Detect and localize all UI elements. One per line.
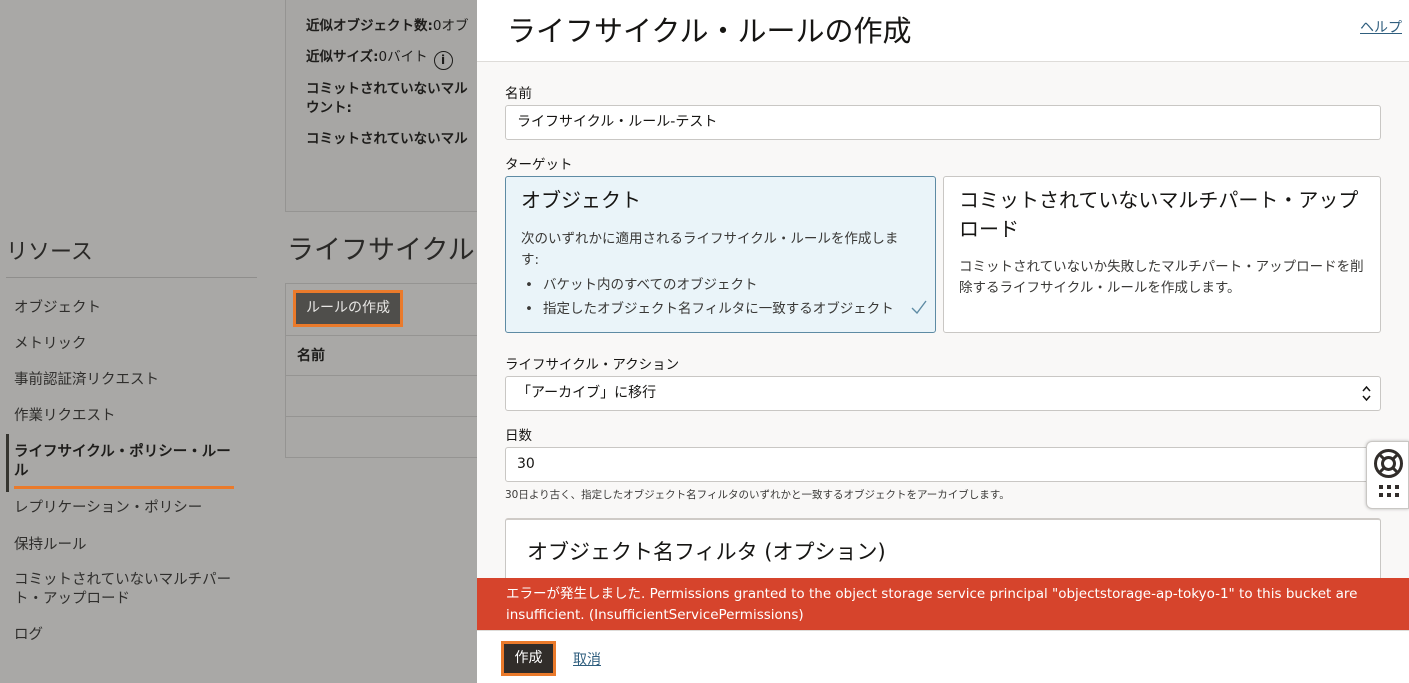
list-item: バケット内のすべてのオブジェクト	[521, 273, 894, 297]
drawer-title: ライフサイクル・ルールの作成	[507, 14, 912, 48]
action-select-value: 「アーカイブ」に移行	[517, 385, 657, 401]
select-arrows-icon	[1362, 385, 1371, 402]
approx-object-count: 近似オブジェクト数:0オブ	[306, 18, 469, 34]
drawer-footer: 作成 取消	[477, 630, 1409, 683]
target-card-uncommitted-multipart[interactable]: コミットされていないマルチパート・アップロード コミットされていないか失敗したマ…	[943, 176, 1381, 333]
table-divider	[285, 375, 485, 376]
action-label: ライフサイクル・アクション	[505, 357, 680, 373]
checkmark-icon	[911, 300, 927, 314]
name-label: 名前	[505, 86, 532, 102]
uncommitted-multipart-size-label: コミットされていないマル	[306, 131, 468, 147]
target-card-title: コミットされていないマルチパート・アップロード	[959, 188, 1359, 241]
days-label: 日数	[505, 428, 532, 444]
table-divider	[285, 416, 485, 417]
uncommitted-multipart-count-label-cont: ウント:	[306, 100, 352, 116]
active-indicator	[6, 434, 9, 492]
resource-item-metrics[interactable]: メトリック	[14, 335, 234, 354]
object-name-filter-section: オブジェクト名フィルタ (オプション)	[505, 518, 1381, 578]
lifebuoy-icon[interactable]	[1373, 448, 1404, 479]
resource-item-retention[interactable]: 保持ルール	[14, 536, 234, 555]
grid-dots-icon[interactable]	[1378, 483, 1400, 499]
resource-item-uncommitted-multipart[interactable]: コミットされていないマルチパート・アップロード	[14, 571, 234, 609]
target-label: ターゲット	[505, 157, 573, 173]
target-card-title: オブジェクト	[521, 188, 641, 212]
create-button[interactable]: 作成	[501, 641, 556, 676]
filter-section-title: オブジェクト名フィルタ (オプション)	[527, 540, 886, 564]
help-widget[interactable]	[1366, 441, 1409, 509]
name-input[interactable]: ライフサイクル・ルール-テスト	[505, 105, 1381, 140]
resource-item-logs[interactable]: ログ	[14, 626, 234, 645]
drawer-header: ライフサイクル・ルールの作成 ヘルプ	[477, 0, 1409, 62]
table-divider	[285, 335, 485, 336]
resource-item-work-requests[interactable]: 作業リクエスト	[14, 407, 234, 426]
create-rule-button[interactable]: ルールの作成	[293, 290, 403, 327]
drawer-body: 名前 ライフサイクル・ルール-テスト ターゲット オブジェクト 次のいずれかに適…	[477, 62, 1409, 578]
resource-item-replication[interactable]: レプリケーション・ポリシー	[14, 499, 234, 518]
target-card-bullets: バケット内のすべてのオブジェクト 指定したオブジェクト名フィルタに一致するオブジ…	[521, 273, 894, 321]
resource-item-lifecycle-rules[interactable]: ライフサイクル・ポリシー・ルール	[14, 443, 234, 481]
uncommitted-multipart-count-label: コミットされていないマル	[306, 81, 468, 97]
resources-title: リソース	[6, 240, 93, 265]
target-card-objects[interactable]: オブジェクト 次のいずれかに適用されるライフサイクル・ルールを作成します: バケ…	[505, 176, 936, 333]
action-select[interactable]: 「アーカイブ」に移行	[505, 376, 1381, 411]
target-card-description: 次のいずれかに適用されるライフサイクル・ルールを作成します:	[521, 231, 899, 268]
cancel-link[interactable]: 取消	[573, 649, 601, 669]
info-icon[interactable]: i	[433, 51, 453, 70]
lifecycle-section-title: ライフサイクル	[287, 235, 475, 266]
list-item: 指定したオブジェクト名フィルタに一致するオブジェクト	[521, 297, 894, 321]
resource-item-preauth-requests[interactable]: 事前認証済リクエスト	[14, 371, 234, 390]
approx-size: 近似サイズ:0バイト i	[306, 45, 453, 70]
target-card-description: コミットされていないか失敗したマルチパート・アップロードを削除するライフサイクル…	[959, 259, 1364, 296]
resource-item-objects[interactable]: オブジェクト	[14, 299, 234, 318]
days-input[interactable]: 30	[505, 447, 1381, 482]
highlight-underline	[14, 486, 234, 489]
create-lifecycle-rule-drawer: ライフサイクル・ルールの作成 ヘルプ 名前 ライフサイクル・ルール-テスト ター…	[477, 0, 1409, 683]
help-link[interactable]: ヘルプ	[1360, 17, 1402, 37]
resources-divider	[6, 277, 257, 278]
table-header-name: 名前	[297, 348, 325, 364]
days-hint: 30日より古く、指定したオブジェクト名フィルタのいずれかと一致するオブジェクトを…	[505, 489, 1010, 501]
error-banner: エラーが発生しました. Permissions granted to the o…	[477, 578, 1409, 630]
